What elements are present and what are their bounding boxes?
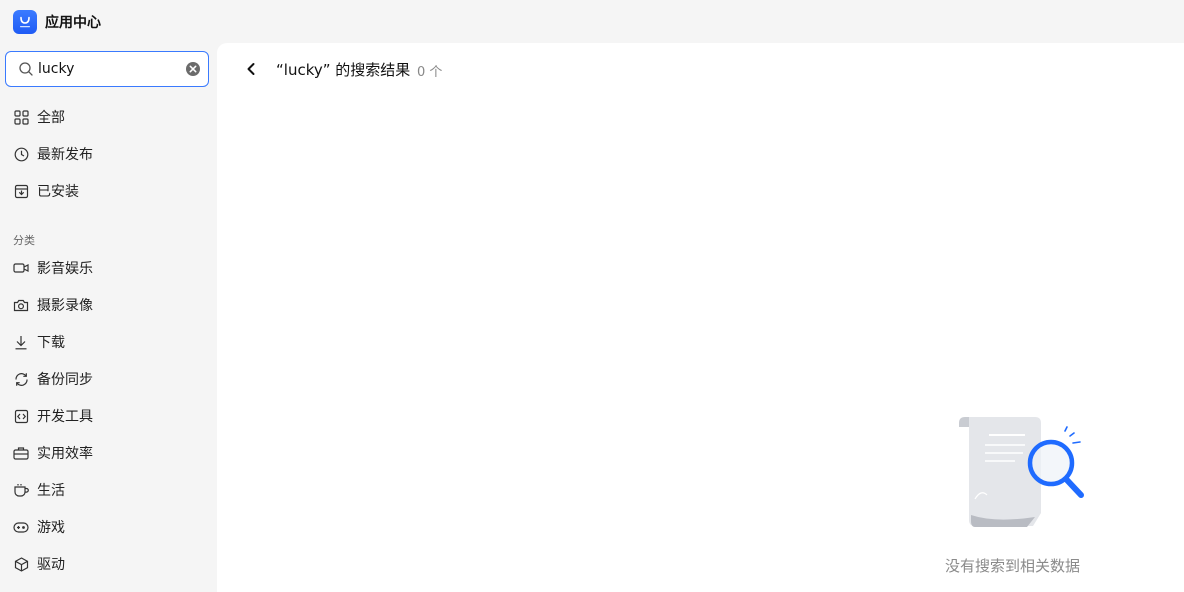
sidebar-item-label: 下载 <box>37 335 65 351</box>
sidebar-item-drivers[interactable]: 驱动 <box>0 548 217 580</box>
title-bar: 应用中心 <box>0 0 1184 43</box>
sidebar-item-label: 生活 <box>37 483 65 499</box>
search-box[interactable] <box>5 51 209 87</box>
cube-icon <box>13 556 29 572</box>
sidebar-item-installed[interactable]: 已安装 <box>0 175 217 207</box>
sidebar-item-download[interactable]: 下载 <box>0 326 217 358</box>
sidebar-item-photo[interactable]: 摄影录像 <box>0 289 217 321</box>
sidebar-item-all[interactable]: 全部 <box>0 101 217 133</box>
result-count: 0 个 <box>417 65 443 80</box>
app-title: 应用中心 <box>45 14 101 31</box>
sidebar-item-label: 摄影录像 <box>37 298 93 314</box>
sync-icon <box>13 371 29 387</box>
search-icon <box>19 62 33 76</box>
app-store-bag-icon <box>13 9 37 34</box>
code-icon <box>13 408 29 424</box>
toolbox-icon <box>13 445 29 461</box>
sidebar-item-games[interactable]: 游戏 <box>0 511 217 543</box>
clock-icon <box>13 146 29 162</box>
search-results-panel: “lucky” 的搜索结果 0 个 没有搜索到相关数据 <box>217 43 1184 592</box>
page-title: “lucky” 的搜索结果 <box>276 61 411 79</box>
empty-search-illustration <box>959 417 1084 527</box>
sidebar-item-label: 全部 <box>37 110 65 126</box>
sidebar-item-life[interactable]: 生活 <box>0 474 217 506</box>
sidebar-item-label: 驱动 <box>37 557 65 573</box>
sidebar-item-backup[interactable]: 备份同步 <box>0 363 217 395</box>
sidebar-item-label: 开发工具 <box>37 409 93 425</box>
sidebar-item-label: 最新发布 <box>37 147 93 163</box>
chevron-left-icon <box>247 63 255 75</box>
download-icon <box>13 334 29 350</box>
search-input[interactable] <box>38 58 178 80</box>
gamepad-icon <box>13 519 29 535</box>
sidebar-item-latest[interactable]: 最新发布 <box>0 138 217 170</box>
sidebar: 全部 最新发布 已安装 分类 影音娱乐 <box>0 43 217 592</box>
empty-state-text: 没有搜索到相关数据 <box>945 557 1081 575</box>
sidebar-item-label: 已安装 <box>37 184 79 200</box>
sidebar-item-label: 备份同步 <box>37 372 93 388</box>
sidebar-item-media[interactable]: 影音娱乐 <box>0 252 217 284</box>
sidebar-item-label: 影音娱乐 <box>37 261 93 277</box>
back-button[interactable] <box>241 59 261 79</box>
sidebar-item-utility[interactable]: 实用效率 <box>0 437 217 469</box>
cup-icon <box>13 482 29 498</box>
clear-search-icon[interactable] <box>185 61 201 77</box>
grid-icon <box>13 109 29 125</box>
sidebar-item-devtools[interactable]: 开发工具 <box>0 400 217 432</box>
video-camera-icon <box>13 260 29 276</box>
camera-icon <box>13 297 29 313</box>
sidebar-item-label: 实用效率 <box>37 446 93 462</box>
category-section-label: 分类 <box>13 234 35 247</box>
sidebar-item-label: 游戏 <box>37 520 65 536</box>
installed-box-icon <box>13 183 29 199</box>
